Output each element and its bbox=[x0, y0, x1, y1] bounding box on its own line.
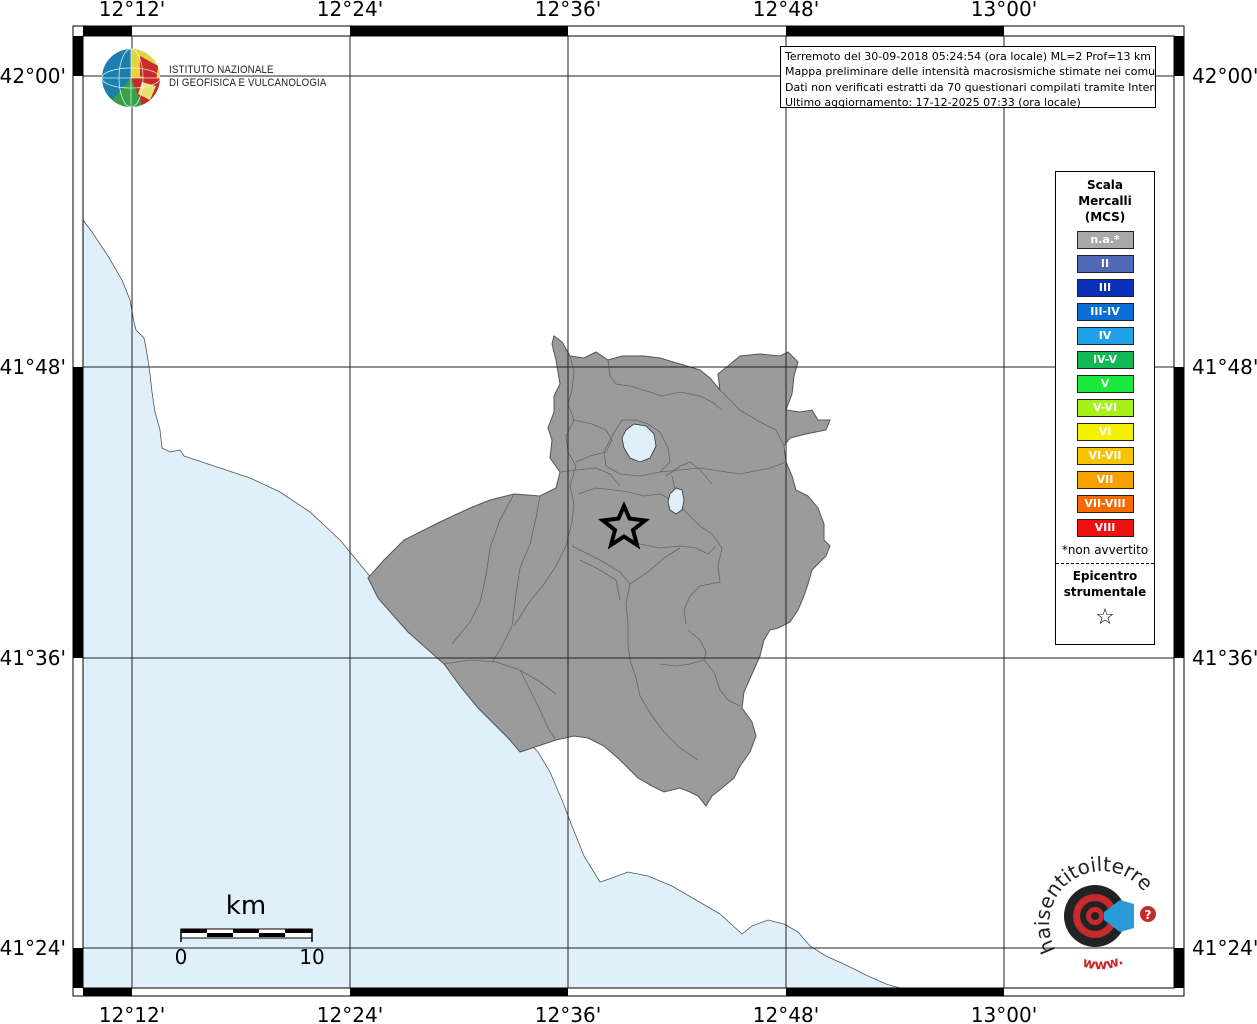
ingv-logo-line2: DI GEOFISICA E VULCANOLOGIA bbox=[169, 77, 327, 89]
legend-swatch: II bbox=[1076, 255, 1134, 273]
legend-swatch: V bbox=[1076, 375, 1134, 393]
mcs-legend: Scala Mercalli (MCS) n.a.* II III III-IV IV I… bbox=[1055, 171, 1155, 645]
legend-title: Scala Mercalli (MCS) bbox=[1056, 177, 1154, 225]
lon-label: 12°36' bbox=[535, 0, 601, 21]
lat-label: 42°00' bbox=[1192, 64, 1257, 88]
lat-label: 41°48' bbox=[0, 355, 66, 379]
lon-labels-bottom: 12°12' 12°24' 12°36' 12°48' 13°00' bbox=[99, 1003, 1037, 1024]
haisentito-q: ? bbox=[1145, 908, 1152, 922]
lat-labels-right: 42°00' 41°48' 41°36' 41°24' bbox=[1192, 64, 1257, 960]
lon-label: 12°48' bbox=[753, 0, 819, 21]
scale-start: 0 bbox=[175, 945, 188, 969]
legend-swatch: VI bbox=[1076, 423, 1134, 441]
lon-label: 13°00' bbox=[971, 0, 1037, 21]
lat-label: 42°00' bbox=[0, 64, 66, 88]
lon-labels-top: 12°12' 12°24' 12°36' 12°48' 13°00' bbox=[99, 0, 1037, 21]
lon-label: 12°24' bbox=[317, 1003, 383, 1024]
legend-title-3: (MCS) bbox=[1084, 210, 1126, 224]
legend-swatch: VII bbox=[1076, 471, 1134, 489]
legend-title-1: Scala bbox=[1086, 178, 1124, 192]
lon-label: 12°12' bbox=[99, 1003, 165, 1024]
lat-label: 41°36' bbox=[0, 646, 66, 670]
legend-swatch: VI-VII bbox=[1076, 447, 1134, 465]
legend-na-note: *non avvertito bbox=[1061, 543, 1149, 557]
lat-label: 41°48' bbox=[1192, 355, 1257, 379]
ingv-logo-text: ISTITUTO NAZIONALE DI GEOFISICA E VULCAN… bbox=[169, 64, 327, 90]
lon-label: 12°12' bbox=[99, 0, 165, 21]
legend-epicenter-line2: strumentale bbox=[1063, 585, 1147, 599]
info-line-1: Terremoto del 30-09-2018 05:24:54 (ora l… bbox=[785, 50, 1152, 63]
legend-swatch: III-IV bbox=[1076, 303, 1134, 321]
lat-label: 41°24' bbox=[1192, 936, 1257, 960]
scale-unit: km bbox=[226, 891, 266, 921]
info-line-3: Dati non verificati estratti da 70 quest… bbox=[785, 80, 1156, 94]
ingv-logo-icon bbox=[101, 48, 161, 108]
legend-epicenter-line1: Epicentro bbox=[1072, 569, 1138, 583]
lon-label: 12°36' bbox=[535, 1003, 601, 1024]
lat-labels-left: 42°00' 41°48' 41°36' 41°24' bbox=[0, 64, 66, 960]
lon-label: 13°00' bbox=[971, 1003, 1037, 1024]
legend-swatch: IV bbox=[1076, 327, 1134, 345]
scale-end: 10 bbox=[299, 945, 324, 969]
legend-divider bbox=[1056, 563, 1154, 564]
info-line-2: Mappa preliminare delle intensità macros… bbox=[785, 65, 1156, 79]
ingv-logo-line1: ISTITUTO NAZIONALE bbox=[169, 64, 274, 76]
legend-swatch: V-VI bbox=[1076, 399, 1134, 417]
legend-swatch: VIII bbox=[1076, 519, 1134, 537]
legend-swatch: IV-V bbox=[1076, 351, 1134, 369]
legend-swatch: VII-VIII bbox=[1076, 495, 1134, 513]
legend-title-2: Mercalli bbox=[1078, 194, 1132, 208]
lat-label: 41°36' bbox=[1192, 646, 1257, 670]
lon-label: 12°48' bbox=[753, 1003, 819, 1024]
legend-swatch: n.a.* bbox=[1076, 231, 1134, 249]
lat-label: 41°24' bbox=[0, 936, 66, 960]
earthquake-info-box: Terremoto del 30-09-2018 05:24:54 (ora l… bbox=[780, 46, 1156, 108]
legend-swatches: n.a.* II III III-IV IV IV-V V V-VI VI VI-VII VII VI… bbox=[1056, 231, 1154, 537]
lon-label: 12°24' bbox=[317, 0, 383, 21]
legend-star-icon: ☆ bbox=[1095, 605, 1115, 630]
legend-epicenter-label: Epicentro strumentale bbox=[1056, 568, 1154, 600]
info-line-4: Ultimo aggiornamento: 17-12-2025 07:33 (… bbox=[785, 95, 1081, 108]
legend-swatch: III bbox=[1076, 279, 1134, 297]
